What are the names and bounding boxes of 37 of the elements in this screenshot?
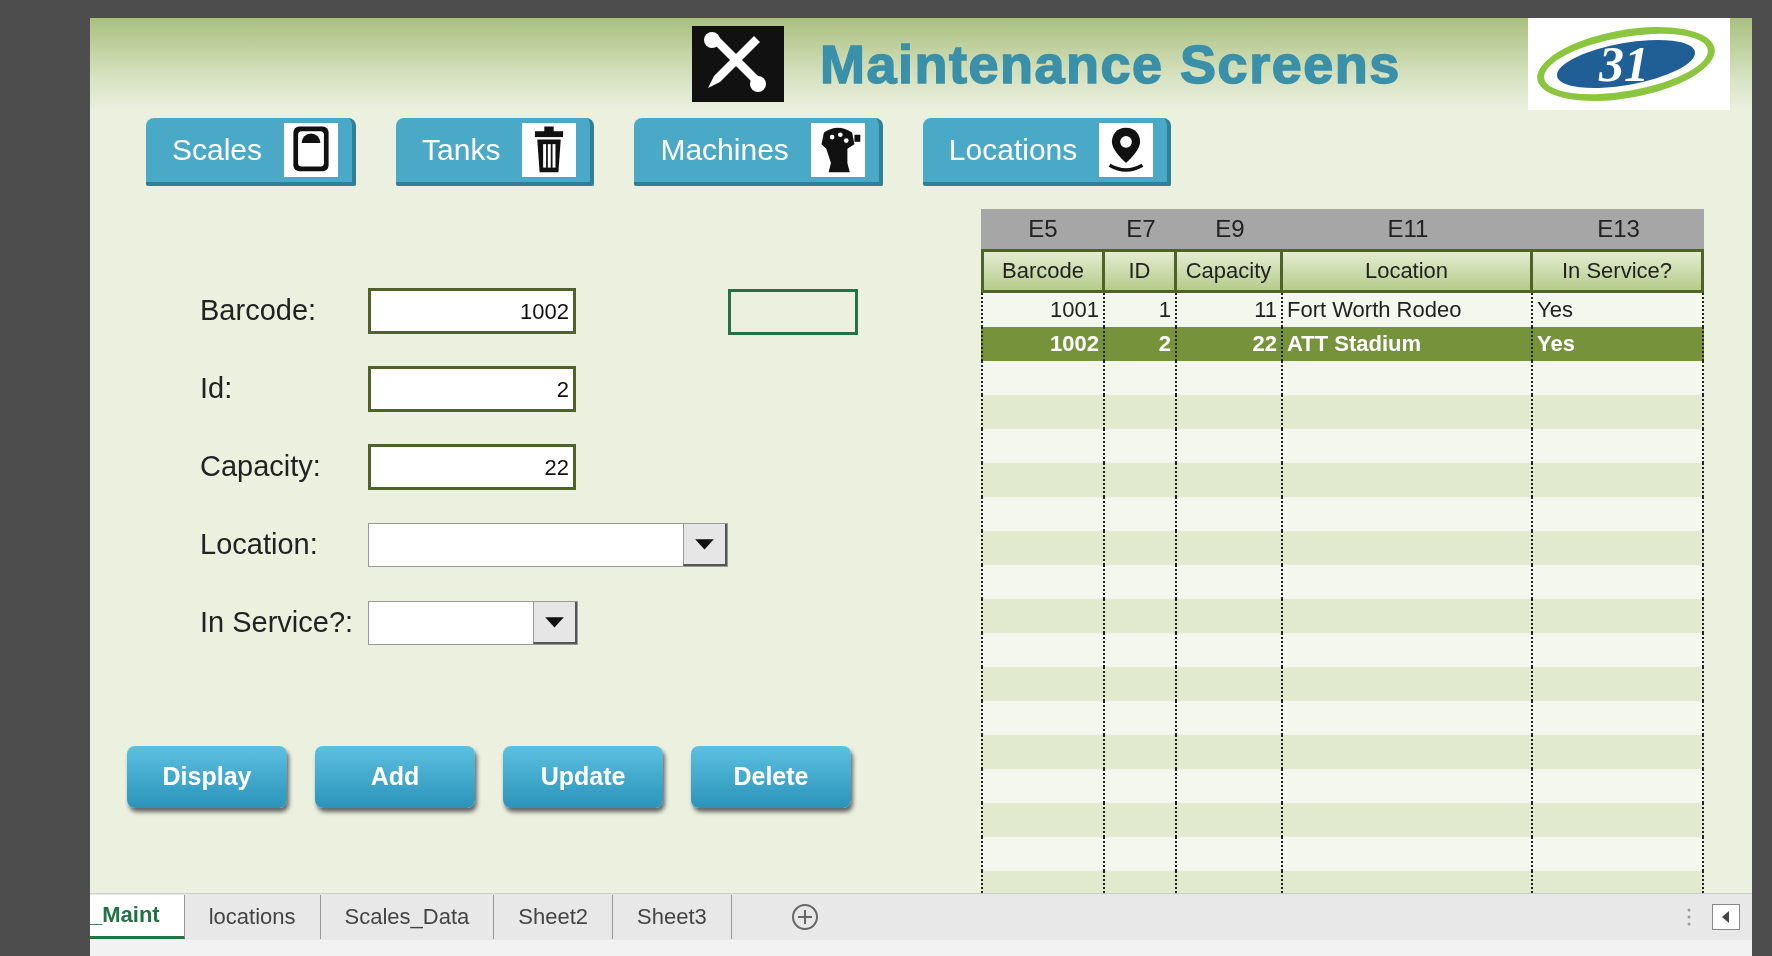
- column-header: Capacity: [1177, 251, 1283, 290]
- column-header: In Service?: [1533, 251, 1701, 290]
- field-label: Barcode:: [200, 294, 318, 328]
- sheet-tab[interactable]: Sheet3: [613, 894, 732, 939]
- column-letter: E7: [1125, 213, 1157, 244]
- trash-icon: [522, 123, 577, 177]
- column-header: Barcode: [984, 251, 1105, 290]
- dropdown-field[interactable]: [368, 600, 578, 645]
- table-row[interactable]: 1002 2 22 ATT Stadium Yes: [981, 326, 1704, 361]
- sheet-tab[interactable]: _Maint: [90, 894, 185, 939]
- field-label: Capacity:: [200, 450, 322, 484]
- machine-icon: [810, 123, 865, 177]
- location-pin-icon: [1099, 123, 1154, 177]
- input-field[interactable]: 2: [368, 365, 576, 412]
- sheet-tab[interactable]: Scales_Data: [320, 894, 495, 939]
- table-row[interactable]: 1001 1 11 Fort Worth Rodeo Yes: [981, 292, 1704, 327]
- column-letter: E5: [1027, 213, 1059, 244]
- column-letter: E13: [1596, 213, 1641, 244]
- dropdown-field[interactable]: [368, 522, 728, 567]
- scroll-left-icon[interactable]: [1712, 903, 1740, 930]
- page-title: Maintenance Screens: [820, 33, 1401, 95]
- company-logo: 31: [1528, 18, 1730, 110]
- column-letter: E11: [1386, 213, 1430, 244]
- sheet-tab[interactable]: Sheet2: [494, 894, 613, 939]
- column-header: ID: [1105, 251, 1177, 290]
- input-field[interactable]: 1002: [368, 287, 576, 334]
- field-label: Id:: [200, 372, 234, 406]
- field-label: Location:: [200, 528, 319, 562]
- add-sheet-icon[interactable]: [789, 901, 820, 932]
- selected-cell[interactable]: [728, 288, 858, 335]
- column-letter: E9: [1214, 213, 1246, 244]
- sheet-tab[interactable]: locations: [184, 894, 321, 939]
- column-header: Location: [1283, 251, 1533, 290]
- scale-icon: [284, 123, 339, 177]
- field-label: In Service?:: [200, 606, 355, 640]
- input-field[interactable]: 22: [368, 443, 576, 490]
- tools-icon: [692, 26, 784, 102]
